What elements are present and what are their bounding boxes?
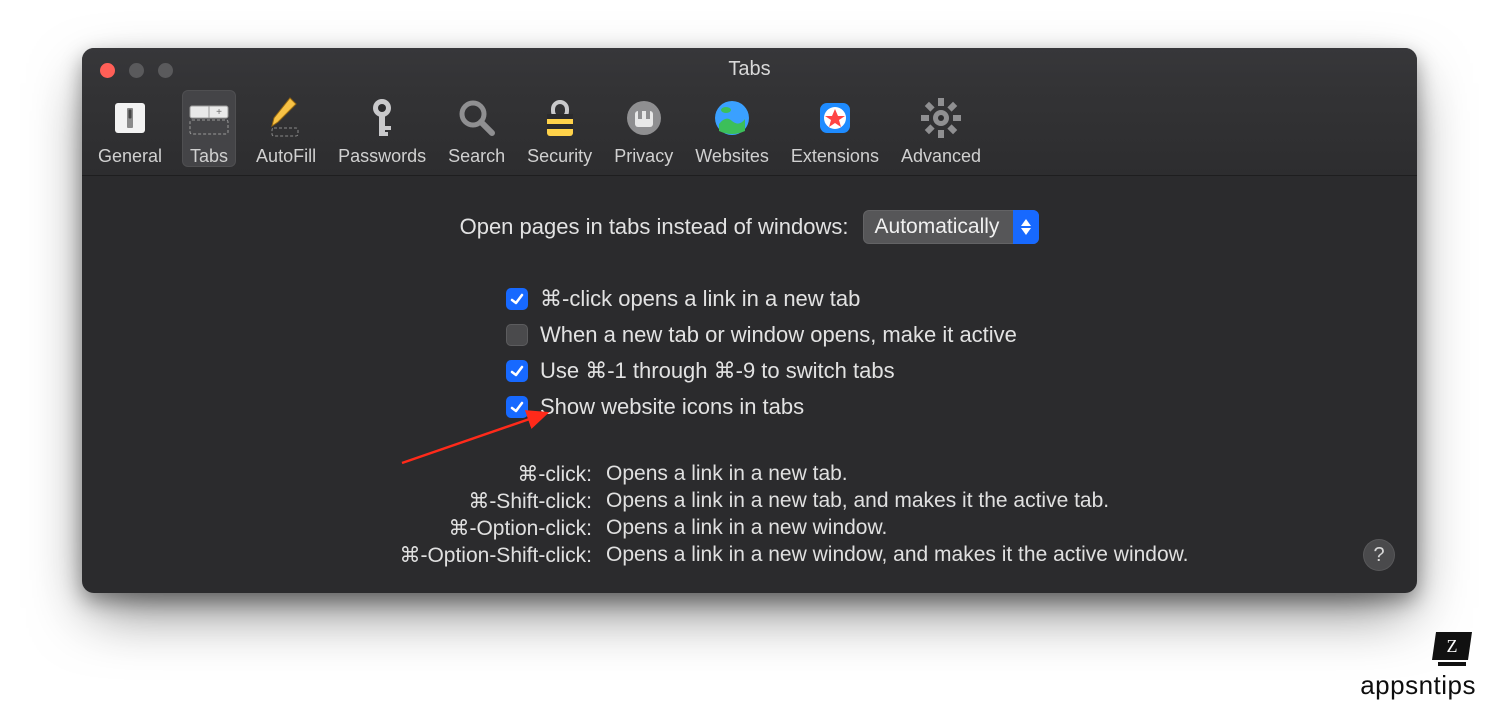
hint-key: ⌘-click: — [517, 462, 592, 487]
preferences-window: Tabs General + Tabs — [82, 48, 1417, 593]
toolbar-item-label: General — [98, 146, 162, 167]
toolbar-item-label: Privacy — [614, 146, 673, 167]
toolbar-item-label: Advanced — [901, 146, 981, 167]
svg-text:Z: Z — [1447, 636, 1458, 656]
zoom-window-button[interactable] — [158, 63, 173, 78]
window-controls — [100, 63, 173, 78]
hint-value: Opens a link in a new window. — [606, 516, 887, 541]
preferences-toolbar: General + Tabs AutoFill — [82, 90, 1417, 176]
checkbox-group: ⌘-click opens a link in a new tab When a… — [506, 284, 1387, 422]
toolbar-item-label: Tabs — [190, 146, 228, 167]
toolbar-item-label: Security — [527, 146, 592, 167]
open-pages-label: Open pages in tabs instead of windows: — [460, 214, 849, 240]
window-title: Tabs — [82, 48, 1417, 90]
toolbar-item-label: Websites — [695, 146, 769, 167]
close-window-button[interactable] — [100, 63, 115, 78]
titlebar: Tabs — [82, 48, 1417, 90]
svg-text:+: + — [216, 107, 222, 118]
hint-value: Opens a link in a new tab, and makes it … — [606, 489, 1109, 514]
extensions-icon — [810, 94, 860, 142]
tabs-pane: Open pages in tabs instead of windows: A… — [82, 176, 1417, 588]
check-favicons[interactable]: Show website icons in tabs — [506, 392, 804, 422]
hint-value: Opens a link in a new tab. — [606, 462, 848, 487]
toolbar-item-security[interactable]: Security — [525, 90, 594, 167]
toolbar-item-label: Extensions — [791, 146, 879, 167]
keyboard-hints: ⌘-click: Opens a link in a new tab. ⌘-Sh… — [112, 462, 1387, 568]
toolbar-item-label: AutoFill — [256, 146, 316, 167]
websites-icon — [707, 94, 757, 142]
checkbox-icon — [506, 396, 528, 418]
checkbox-icon — [506, 324, 528, 346]
toolbar-item-label: Passwords — [338, 146, 426, 167]
toolbar-item-passwords[interactable]: Passwords — [336, 90, 428, 167]
hint-key: ⌘-Option-Shift-click: — [399, 543, 592, 568]
hint-key: ⌘-Option-click: — [448, 516, 592, 541]
security-icon — [535, 94, 585, 142]
watermark-logo-icon: Z — [1428, 628, 1476, 670]
toolbar-item-tabs[interactable]: + Tabs — [182, 90, 236, 167]
toolbar-item-privacy[interactable]: Privacy — [612, 90, 675, 167]
checkbox-icon — [506, 288, 528, 310]
privacy-icon — [619, 94, 669, 142]
check-cmd-number[interactable]: Use ⌘-1 through ⌘-9 to switch tabs — [506, 356, 895, 386]
autofill-icon — [261, 94, 311, 142]
checkbox-label: Use ⌘-1 through ⌘-9 to switch tabs — [540, 356, 895, 386]
toolbar-item-websites[interactable]: Websites — [693, 90, 771, 167]
toolbar-item-autofill[interactable]: AutoFill — [254, 90, 318, 167]
toolbar-item-general[interactable]: General — [96, 90, 164, 167]
open-pages-row: Open pages in tabs instead of windows: A… — [112, 210, 1387, 244]
watermark: Z appsntips — [1360, 628, 1476, 701]
open-pages-select[interactable]: Automatically — [863, 210, 1040, 244]
select-stepper-icon — [1013, 210, 1039, 244]
search-icon — [452, 94, 502, 142]
toolbar-item-extensions[interactable]: Extensions — [789, 90, 881, 167]
open-pages-value: Automatically — [863, 215, 1014, 239]
toolbar-item-label: Search — [448, 146, 505, 167]
help-button[interactable]: ? — [1363, 539, 1395, 571]
check-cmd-click[interactable]: ⌘-click opens a link in a new tab — [506, 284, 860, 314]
checkbox-label: When a new tab or window opens, make it … — [540, 320, 1017, 350]
general-icon — [105, 94, 155, 142]
check-make-active[interactable]: When a new tab or window opens, make it … — [506, 320, 1017, 350]
toolbar-item-advanced[interactable]: Advanced — [899, 90, 983, 167]
minimize-window-button[interactable] — [129, 63, 144, 78]
checkbox-label: Show website icons in tabs — [540, 392, 804, 422]
hint-value: Opens a link in a new window, and makes … — [606, 543, 1188, 568]
hint-key: ⌘-Shift-click: — [468, 489, 592, 514]
toolbar-item-search[interactable]: Search — [446, 90, 507, 167]
checkbox-icon — [506, 360, 528, 382]
watermark-text: appsntips — [1360, 670, 1476, 701]
checkbox-label: ⌘-click opens a link in a new tab — [540, 284, 860, 314]
advanced-icon — [916, 94, 966, 142]
tabs-icon: + — [184, 94, 234, 142]
passwords-icon — [357, 94, 407, 142]
